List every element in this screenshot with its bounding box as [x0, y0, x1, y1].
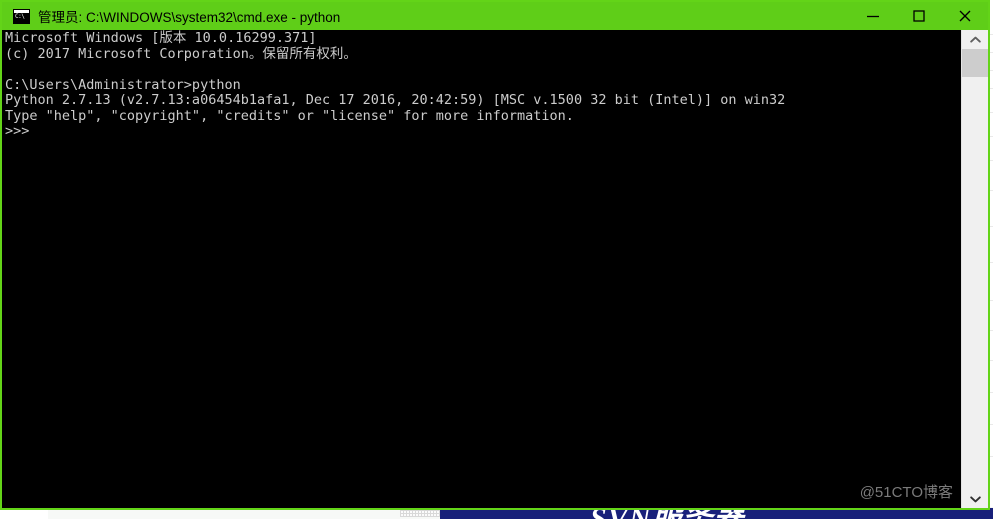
scrollbar-thumb[interactable]: [962, 49, 988, 77]
console-scrollbar[interactable]: [961, 30, 988, 508]
window-controls: [850, 2, 988, 30]
cmd-exe-icon-label: C:\: [15, 12, 25, 20]
close-button[interactable]: [942, 2, 988, 30]
watermark: @51CTO博客: [859, 484, 953, 501]
maximize-button[interactable]: [896, 2, 942, 30]
window-title-bar[interactable]: C:\ 管理员: C:\WINDOWS\system32\cmd.exe - p…: [2, 2, 988, 30]
command-prompt-window: C:\ 管理员: C:\WINDOWS\system32\cmd.exe - p…: [0, 0, 990, 510]
scroll-up-arrow-icon[interactable]: [962, 30, 988, 49]
cmd-exe-icon: C:\: [13, 8, 30, 24]
window-title: 管理员: C:\WINDOWS\system32\cmd.exe - pytho…: [38, 10, 341, 25]
console-output-area[interactable]: Microsoft Windows [版本 10.0.16299.371] (c…: [2, 30, 961, 508]
console-text: Microsoft Windows [版本 10.0.16299.371] (c…: [5, 30, 786, 140]
minimize-button[interactable]: [850, 2, 896, 30]
scroll-down-arrow-icon[interactable]: [962, 489, 988, 508]
